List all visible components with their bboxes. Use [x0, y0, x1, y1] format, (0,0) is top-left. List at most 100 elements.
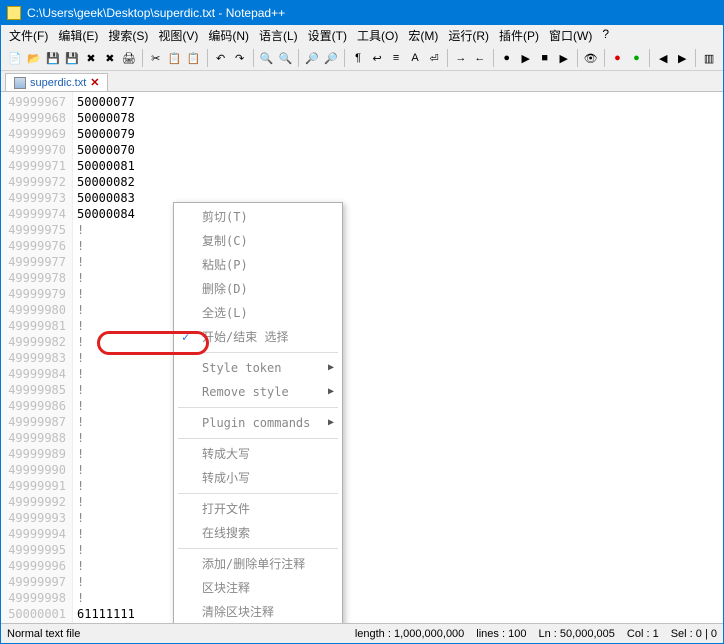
guides-icon[interactable]: ≡: [388, 49, 404, 67]
line-number: 49999986: [3, 398, 66, 414]
tab-superdic[interactable]: superdic.txt ✕: [5, 73, 108, 91]
context-menu-item[interactable]: 全选(L): [174, 301, 342, 325]
app-icon: [7, 6, 21, 20]
find-icon[interactable]: 🔍: [258, 49, 274, 67]
menu-item[interactable]: 视图(V): [158, 27, 198, 44]
context-menu-item[interactable]: 粘贴(P): [174, 253, 342, 277]
line-number: 49999976: [3, 238, 66, 254]
context-menu-item[interactable]: 复制(C): [174, 229, 342, 253]
save-icon[interactable]: 💾: [45, 49, 61, 67]
status-sel: Sel : 0 | 0: [671, 628, 717, 640]
text-line: 50000082: [77, 174, 719, 190]
context-menu-item[interactable]: 在线搜索: [174, 521, 342, 545]
context-menu-item[interactable]: 打开文件: [174, 497, 342, 521]
window-title: C:\Users\geek\Desktop\superdic.txt - Not…: [27, 6, 285, 20]
menu-item[interactable]: 文件(F): [9, 27, 48, 44]
title-bar: C:\Users\geek\Desktop\superdic.txt - Not…: [1, 1, 723, 25]
status-filetype: Normal text file: [7, 628, 80, 640]
line-number: 49999975: [3, 222, 66, 238]
new-icon[interactable]: 📄: [7, 49, 23, 67]
replace-icon[interactable]: 🔍: [277, 49, 293, 67]
line-number: 49999988: [3, 430, 66, 446]
status-lines: lines : 100: [476, 628, 526, 640]
fwd-icon[interactable]: ▶: [674, 49, 690, 67]
line-number: 50000001: [3, 606, 66, 622]
menu-item[interactable]: 运行(R): [448, 27, 489, 44]
zoom-in-icon[interactable]: 🔎: [304, 49, 320, 67]
menu-item[interactable]: 设置(T): [308, 27, 347, 44]
rec-grn-icon[interactable]: ●: [628, 49, 644, 67]
menu-item[interactable]: 编码(N): [208, 27, 249, 44]
copy-icon[interactable]: 📋: [167, 49, 183, 67]
panel-icon[interactable]: ▥: [701, 49, 717, 67]
eol-icon[interactable]: ⏎: [426, 49, 442, 67]
menu-item[interactable]: 插件(P): [499, 27, 539, 44]
menu-item[interactable]: 搜索(S): [108, 27, 148, 44]
macro-stop-icon[interactable]: ■: [537, 49, 553, 67]
macro-play-icon[interactable]: ▶: [518, 49, 534, 67]
close-icon[interactable]: ✕: [90, 76, 99, 89]
editor-area[interactable]: 4999996749999968499999694999997049999971…: [1, 92, 723, 623]
context-menu-item[interactable]: Remove style▶: [174, 380, 342, 404]
status-position: Ln : 50,000,005: [538, 628, 614, 640]
chevron-right-icon: ▶: [328, 360, 334, 376]
cut-icon[interactable]: ✂: [148, 49, 164, 67]
menu-item[interactable]: ?: [602, 27, 609, 44]
line-number: 49999987: [3, 414, 66, 430]
context-menu-item[interactable]: 删除(D): [174, 277, 342, 301]
toolbar: 📄📂💾💾✖✖🖨✂📋📋↶↷🔍🔍🔎🔎¶↩≡A⏎→←●▶■▶👁●●◀▶▥: [1, 46, 723, 71]
context-menu-item[interactable]: 区块注释: [174, 576, 342, 600]
context-menu-item[interactable]: 添加/删除单行注释: [174, 552, 342, 576]
text-line: 50000079: [77, 126, 719, 142]
line-number: 49999977: [3, 254, 66, 270]
context-menu-item[interactable]: 转成大写: [174, 442, 342, 466]
file-icon: [14, 77, 26, 89]
context-menu-item[interactable]: 清除区块注释: [174, 600, 342, 623]
text-line: 50000078: [77, 110, 719, 126]
check-icon: ✓: [182, 329, 189, 345]
eye-icon[interactable]: 👁: [583, 49, 599, 67]
context-menu-item[interactable]: Style token▶: [174, 356, 342, 380]
context-menu-item[interactable]: Plugin commands▶: [174, 411, 342, 435]
line-number: 49999990: [3, 462, 66, 478]
context-menu-item[interactable]: 开始/结束 选择✓: [174, 325, 342, 349]
lang-icon[interactable]: A: [407, 49, 423, 67]
line-number: 49999994: [3, 526, 66, 542]
menu-item[interactable]: 宏(M): [408, 27, 438, 44]
menu-item[interactable]: 编辑(E): [58, 27, 98, 44]
outdent-icon[interactable]: ←: [472, 49, 488, 67]
menu-item[interactable]: 工具(O): [357, 27, 398, 44]
closeall-icon[interactable]: ✖: [102, 49, 118, 67]
close-icon[interactable]: ✖: [83, 49, 99, 67]
print-icon[interactable]: 🖨: [121, 49, 137, 67]
line-number: 49999972: [3, 174, 66, 190]
rec-red-icon[interactable]: ●: [609, 49, 625, 67]
chevron-right-icon: ▶: [328, 384, 334, 400]
menu-bar[interactable]: 文件(F) 编辑(E) 搜索(S) 视图(V) 编码(N) 语言(L) 设置(T) 工具(O)…: [1, 25, 723, 46]
line-number: 50000002: [3, 622, 66, 623]
menu-item[interactable]: 窗口(W): [549, 27, 592, 44]
line-number: 49999995: [3, 542, 66, 558]
macro-rec-icon[interactable]: ●: [499, 49, 515, 67]
zoom-out-icon[interactable]: 🔎: [323, 49, 339, 67]
line-gutter: 4999996749999968499999694999997049999971…: [1, 92, 73, 623]
status-length: length : 1,000,000,000: [355, 628, 464, 640]
wrap-icon[interactable]: ↩: [369, 49, 385, 67]
menu-item[interactable]: 语言(L): [259, 27, 298, 44]
context-menu-item[interactable]: 剪切(T): [174, 205, 342, 229]
undo-icon[interactable]: ↶: [213, 49, 229, 67]
indent-icon[interactable]: →: [453, 49, 469, 67]
text-content[interactable]: 剪切(T)复制(C)粘贴(P)删除(D)全选(L)开始/结束 选择✓ Style …: [73, 92, 723, 623]
line-number: 49999979: [3, 286, 66, 302]
line-number: 49999992: [3, 494, 66, 510]
line-number: 49999968: [3, 110, 66, 126]
saveall-icon[interactable]: 💾: [64, 49, 80, 67]
back-icon[interactable]: ◀: [655, 49, 671, 67]
open-icon[interactable]: 📂: [26, 49, 42, 67]
ws-icon[interactable]: ¶: [350, 49, 366, 67]
context-menu-item[interactable]: 转成小写: [174, 466, 342, 490]
redo-icon[interactable]: ↷: [232, 49, 248, 67]
paste-icon[interactable]: 📋: [186, 49, 202, 67]
macro-run-icon[interactable]: ▶: [556, 49, 572, 67]
tab-label: superdic.txt: [30, 77, 86, 89]
